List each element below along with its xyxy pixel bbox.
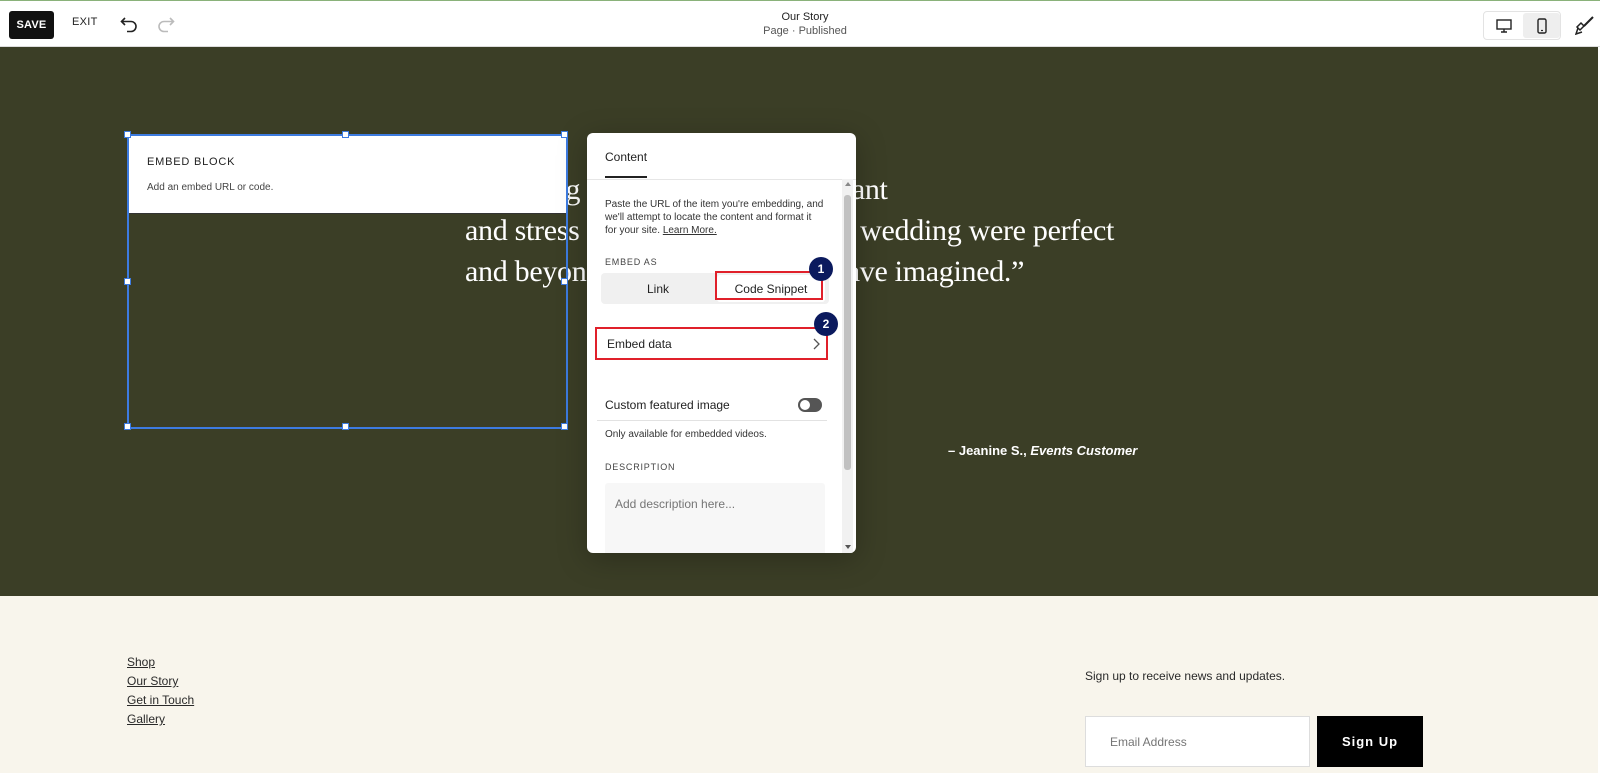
description-label: DESCRIPTION (605, 462, 676, 472)
attribution-role: Events Customer (1030, 443, 1138, 458)
toggle-knob (800, 400, 810, 410)
footer-link-shop[interactable]: Shop (127, 655, 194, 669)
attribution-name: – Jeanine S., (948, 443, 1027, 458)
embed-block[interactable]: EMBED BLOCK Add an embed URL or code. (129, 136, 566, 214)
embed-block-subtitle: Add an embed URL or code. (147, 182, 274, 193)
footer-link-our-story[interactable]: Our Story (127, 674, 194, 688)
resize-handle[interactable] (124, 278, 131, 285)
undo-icon[interactable] (120, 15, 138, 33)
exit-button[interactable]: EXIT (72, 16, 98, 28)
scroll-up-arrow-icon[interactable] (845, 182, 851, 186)
embed-as-label: EMBED AS (605, 257, 658, 267)
embed-data-label: Embed data (607, 337, 672, 351)
redo-icon[interactable] (157, 15, 175, 33)
custom-featured-image-label: Custom featured image (605, 398, 730, 412)
testimonial-attribution: – Jeanine S., Events Customer (948, 443, 1137, 458)
resize-handle[interactable] (342, 423, 349, 430)
resize-handle[interactable] (561, 131, 568, 138)
tab-content[interactable]: Content (605, 150, 648, 178)
step-badge-1: 1 (809, 257, 833, 281)
highlight-code-snippet (715, 271, 823, 300)
desktop-icon (1496, 18, 1512, 33)
resize-handle[interactable] (124, 131, 131, 138)
custom-featured-image-toggle[interactable] (798, 398, 822, 412)
step-badge-2: 2 (814, 312, 838, 336)
save-button[interactable]: SAVE (9, 11, 54, 39)
page-title: Our Story (781, 11, 829, 23)
paintbrush-icon[interactable] (1575, 15, 1595, 35)
panel-divider (587, 179, 856, 180)
custom-featured-image-note: Only available for embedded videos. (605, 429, 767, 440)
footer-link-gallery[interactable]: Gallery (127, 712, 194, 726)
embed-block-selection[interactable]: EMBED BLOCK Add an embed URL or code. (124, 131, 568, 430)
footer-link-get-in-touch[interactable]: Get in Touch (127, 693, 194, 707)
embed-block-title: EMBED BLOCK (147, 156, 236, 168)
resize-handle[interactable] (342, 131, 349, 138)
resize-handle[interactable] (561, 423, 568, 430)
embed-settings-panel: Content Paste the URL of the item you're… (587, 133, 856, 553)
panel-scrollbar[interactable] (842, 179, 853, 553)
resize-handle[interactable] (561, 278, 568, 285)
panel-intro-text: Paste the URL of the item you're embeddi… (605, 198, 825, 237)
top-toolbar: SAVE EXIT Our Story Page · Published (0, 0, 1600, 47)
chevron-right-icon (813, 338, 820, 350)
scroll-down-arrow-icon[interactable] (845, 545, 851, 549)
embed-data-row[interactable]: Embed data (595, 327, 828, 360)
sign-up-button[interactable]: Sign Up (1317, 716, 1423, 767)
option-link[interactable]: Link (601, 273, 715, 304)
newsletter-text: Sign up to receive news and updates. (1085, 669, 1286, 683)
email-input[interactable] (1085, 716, 1310, 767)
resize-handle[interactable] (124, 423, 131, 430)
device-toggle (1483, 11, 1561, 40)
footer-nav: Shop Our Story Get in Touch Gallery (127, 655, 194, 731)
learn-more-link[interactable]: Learn More. (663, 225, 717, 236)
description-input[interactable] (605, 483, 825, 553)
mobile-icon (1536, 17, 1547, 34)
divider (597, 420, 827, 421)
scroll-thumb[interactable] (844, 195, 851, 470)
mobile-view-button[interactable] (1523, 13, 1560, 38)
page-status: Page · Published (763, 25, 847, 37)
desktop-view-button[interactable] (1485, 13, 1523, 38)
